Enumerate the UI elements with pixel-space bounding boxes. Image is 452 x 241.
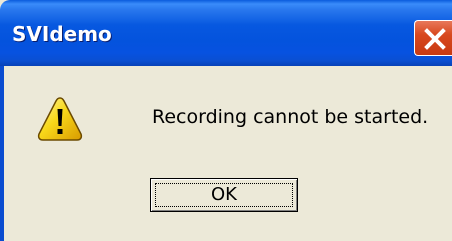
warning-icon [37, 97, 83, 141]
close-button[interactable] [414, 20, 452, 56]
ok-button[interactable]: OK [150, 178, 298, 212]
message-box-window: SVIdemo Recording cannot be started. OK [0, 0, 452, 241]
ok-button-label: OK [211, 184, 237, 205]
window-left-border [0, 66, 4, 241]
window-title: SVIdemo [12, 22, 112, 46]
close-icon [424, 28, 446, 50]
title-bar[interactable]: SVIdemo [0, 0, 452, 66]
dialog-message: Recording cannot be started. [152, 106, 429, 128]
